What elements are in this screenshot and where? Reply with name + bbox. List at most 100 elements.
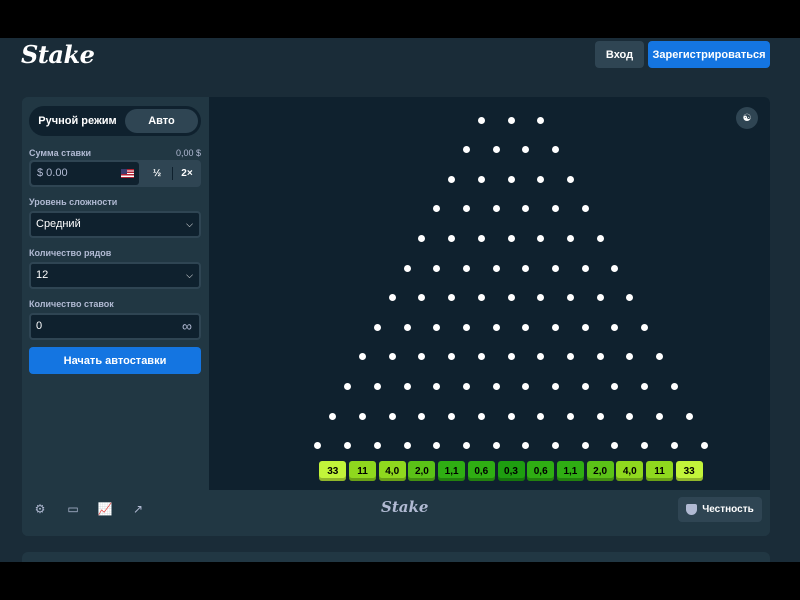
footer-stake-logo: Stake	[381, 498, 429, 516]
peg	[359, 412, 366, 420]
double-bet-button[interactable]: 2×	[173, 160, 201, 187]
peg	[641, 382, 649, 390]
peg	[418, 294, 426, 302]
peg	[611, 264, 619, 272]
peg	[477, 116, 485, 124]
peg	[596, 353, 604, 361]
peg	[373, 442, 381, 450]
peg	[507, 175, 515, 183]
peg	[462, 442, 470, 450]
peg	[611, 323, 619, 331]
multiplier-bucket: 1,1	[556, 461, 584, 481]
peg	[507, 412, 515, 420]
bet-amount-input[interactable]: $ 0.00	[31, 162, 139, 185]
peg	[537, 294, 545, 302]
multiplier-bucket: 4,0	[616, 461, 644, 481]
multiplier-bucket: 11	[349, 461, 376, 481]
peg	[329, 412, 337, 420]
peg	[507, 294, 515, 302]
login-button[interactable]: Вход	[595, 41, 644, 68]
settings-icon[interactable]: ⚙	[32, 501, 48, 517]
popout-icon[interactable]: ↗	[130, 501, 146, 517]
peg	[433, 323, 441, 331]
tab-manual[interactable]: Ручной режим	[32, 109, 123, 133]
multiplier-bucket: 0,6	[467, 461, 495, 481]
infinity-icon[interactable]: ∞	[182, 318, 192, 334]
peg	[685, 412, 693, 420]
peg	[626, 353, 634, 361]
peg	[462, 323, 470, 331]
peg	[552, 382, 560, 390]
register-button[interactable]: Зарегистрироваться	[648, 41, 770, 68]
peg	[522, 323, 530, 331]
multiplier-bucket: 0,3	[497, 461, 525, 481]
peg	[448, 412, 456, 420]
start-autobet-button[interactable]: Начать автоставки	[29, 347, 201, 374]
peg	[433, 442, 441, 450]
peg	[596, 234, 604, 242]
theatre-mode-icon[interactable]: ▭	[65, 501, 81, 517]
risk-select[interactable]: Средний ⌵	[29, 211, 201, 238]
peg	[492, 146, 500, 154]
peg	[373, 382, 381, 390]
peg	[462, 146, 470, 154]
bets-count-input[interactable]: 0 ∞	[29, 313, 201, 340]
fairness-button[interactable]: Честность	[678, 497, 762, 522]
multiplier-bucket: 0,6	[527, 461, 555, 481]
peg	[537, 412, 545, 420]
peg	[418, 234, 426, 242]
peg	[388, 412, 396, 420]
peg	[388, 353, 396, 361]
peg	[477, 294, 485, 302]
peg	[507, 353, 515, 361]
peg	[566, 294, 574, 302]
stake-logo[interactable]: Stake	[21, 40, 95, 69]
peg	[433, 382, 441, 390]
peg	[433, 264, 441, 272]
peg	[552, 442, 560, 450]
peg	[581, 205, 589, 213]
risk-label: Уровень сложности	[29, 197, 118, 207]
peg	[477, 175, 485, 183]
peg	[552, 264, 560, 272]
half-bet-button[interactable]: ½	[143, 160, 171, 187]
peg	[522, 264, 530, 272]
stats-icon[interactable]: 📈	[97, 501, 113, 517]
peg	[581, 442, 589, 450]
chevron-down-icon: ⌵	[186, 270, 193, 280]
peg	[418, 412, 426, 420]
peg	[581, 382, 589, 390]
peg	[359, 353, 366, 361]
peg	[596, 412, 604, 420]
browser-bottom-bar	[0, 562, 800, 600]
peg	[522, 382, 530, 390]
bet-amount-value: $ 0.00	[37, 167, 68, 179]
peg	[492, 205, 500, 213]
peg	[403, 264, 411, 272]
plinko-game-card: Ручной режим Авто Сумма ставки 0,00 $ $ …	[22, 97, 770, 536]
peg	[537, 353, 545, 361]
peg	[566, 353, 574, 361]
rows-label: Количество рядов	[29, 248, 112, 258]
browser-top-bar	[0, 0, 800, 38]
rows-select[interactable]: 12 ⌵	[29, 262, 201, 289]
peg	[388, 294, 396, 302]
peg	[462, 264, 470, 272]
mode-toggle: Ручной режим Авто	[29, 106, 201, 136]
peg	[418, 353, 426, 361]
peg	[403, 323, 411, 331]
peg	[314, 442, 322, 450]
peg	[344, 442, 352, 450]
usd-flag-icon	[121, 169, 134, 178]
rows-value: 12	[36, 269, 49, 281]
bet-sidebar: Ручной режим Авто Сумма ставки 0,00 $ $ …	[22, 97, 209, 490]
peg	[448, 294, 456, 302]
peg	[448, 234, 456, 242]
peg	[566, 412, 574, 420]
peg	[670, 382, 678, 390]
live-stats-icon[interactable]: ☯	[736, 107, 758, 129]
tab-auto[interactable]: Авто	[125, 109, 198, 133]
lower-panel	[22, 552, 770, 562]
peg	[581, 323, 589, 331]
peg	[492, 323, 500, 331]
